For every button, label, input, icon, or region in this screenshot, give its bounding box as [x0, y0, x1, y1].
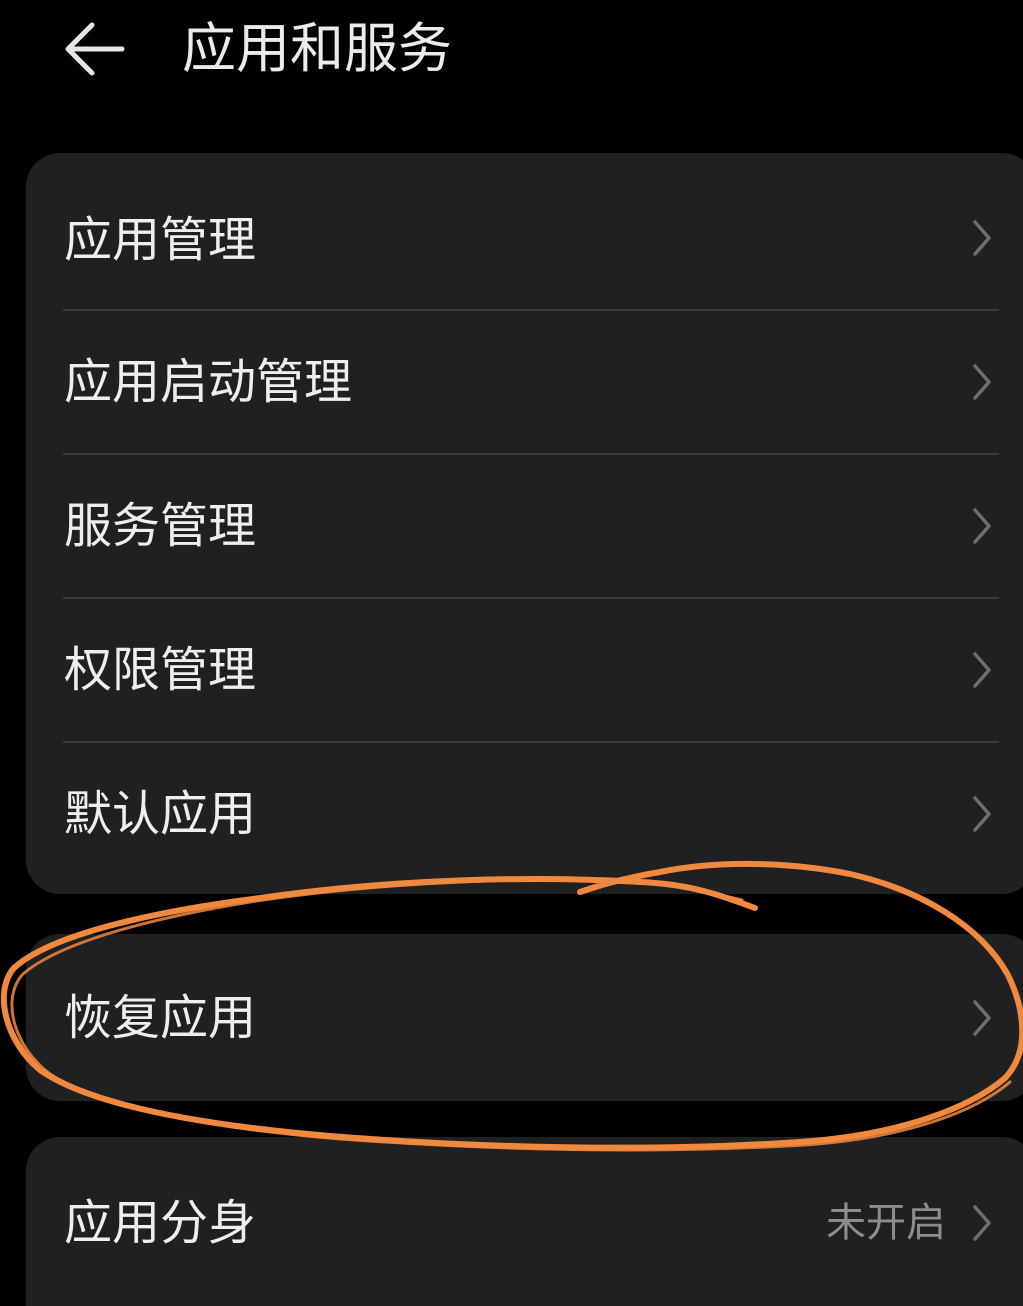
chevron-right-icon	[973, 652, 991, 688]
chevron-right-icon	[973, 796, 991, 832]
app-clone-card: 应用分身 未开启	[26, 1137, 1023, 1306]
chevron-right-icon	[973, 220, 991, 256]
app-clone-status: 未开启	[826, 1200, 946, 1246]
app-settings-card: 应用管理 应用启动管理 服务管理 权限管理 默认应用	[26, 153, 1023, 894]
back-button[interactable]	[52, 10, 142, 90]
chevron-right-icon	[973, 508, 991, 544]
menu-item-label: 权限管理	[64, 642, 257, 698]
restore-apps-label: 恢复应用	[64, 990, 257, 1046]
arrow-left-icon	[65, 22, 125, 76]
menu-item-label: 应用启动管理	[64, 354, 353, 410]
chevron-right-icon	[973, 1205, 991, 1241]
menu-item-default-apps[interactable]: 默认应用	[26, 742, 1023, 894]
menu-item-app-management[interactable]: 应用管理	[26, 153, 1023, 310]
chevron-right-icon	[973, 1000, 991, 1036]
menu-item-app-launch-management[interactable]: 应用启动管理	[26, 310, 1023, 454]
menu-item-label: 默认应用	[64, 786, 257, 842]
app-clone-label: 应用分身	[64, 1195, 257, 1251]
page-title: 应用和服务	[182, 17, 452, 80]
menu-item-label: 服务管理	[64, 498, 257, 554]
menu-item-restore-apps[interactable]: 恢复应用	[26, 934, 1023, 1101]
menu-item-service-management[interactable]: 服务管理	[26, 454, 1023, 598]
menu-item-label: 应用管理	[64, 212, 257, 268]
header: 应用和服务	[0, 0, 1023, 110]
app-services-screen: 应用和服务 应用管理 应用启动管理 服务管理 权限管理 默认应用 恢复应用 应用…	[0, 0, 1023, 1306]
menu-item-permission-management[interactable]: 权限管理	[26, 598, 1023, 742]
restore-apps-card: 恢复应用	[26, 934, 1023, 1101]
menu-item-app-clone[interactable]: 应用分身 未开启	[26, 1137, 1023, 1306]
chevron-right-icon	[973, 364, 991, 400]
